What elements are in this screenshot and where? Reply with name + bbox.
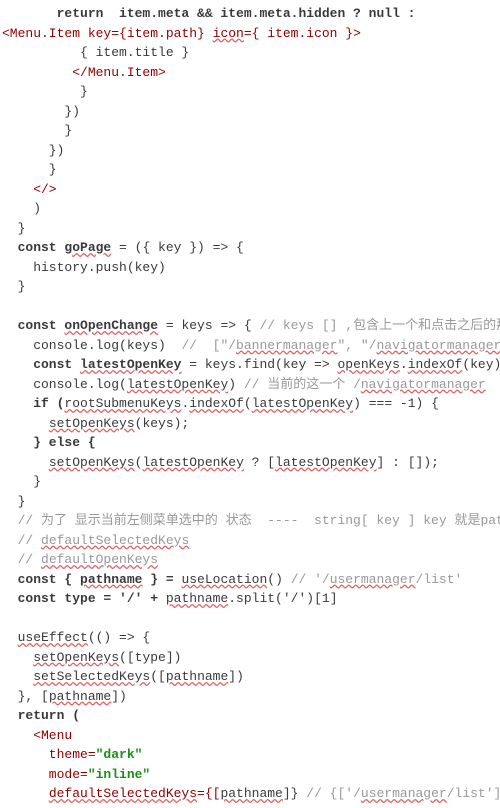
code-line: })	[2, 143, 64, 158]
code-line: )	[2, 201, 41, 216]
code-line: }	[2, 279, 25, 294]
code-line: console.log(keys) // ["/bannermanager", …	[2, 338, 500, 353]
code-line: history.push(key)	[2, 260, 166, 275]
code-line: }	[2, 84, 88, 99]
code-line: setOpenKeys(latestOpenKey ? [latestOpenK…	[2, 455, 439, 470]
code-line: defaultSelectedKeys={[pathname]} // {['/…	[2, 786, 500, 801]
code-line: }, [pathname])	[2, 689, 127, 704]
code-line: theme="dark"	[2, 747, 142, 762]
code-line: mode="inline"	[2, 767, 150, 782]
code-line: }	[2, 474, 41, 489]
code-line: const onOpenChange = keys => { // keys […	[2, 318, 500, 333]
code-line: const type = '/' + pathname.split('/')[1…	[2, 591, 338, 606]
code-editor-content: return item.meta && item.meta.hidden ? n…	[0, 0, 500, 808]
code-line: }	[2, 221, 25, 236]
code-line: const latestOpenKey = keys.find(key => o…	[2, 357, 500, 372]
code-line: <Menu.Item key={item.path} icon={ item.i…	[2, 26, 361, 41]
code-line: }	[2, 494, 25, 509]
code-line: })	[2, 104, 80, 119]
code-line: return (	[2, 708, 80, 723]
code-line: setSelectedKeys([pathname])	[2, 669, 244, 684]
code-line: </Menu.Item>	[2, 65, 166, 80]
code-line: const { pathname } = useLocation() // '/…	[2, 572, 462, 587]
code-line: setOpenKeys(keys);	[2, 416, 189, 431]
code-line: <Menu	[2, 728, 72, 743]
code-line: return item.meta && item.meta.hidden ? n…	[2, 6, 415, 21]
code-line: </>	[2, 182, 57, 197]
code-line: } else {	[2, 435, 96, 450]
code-line: // defaultOpenKeys	[2, 552, 158, 567]
code-line: if (rootSubmenuKeys.indexOf(latestOpenKe…	[2, 396, 439, 411]
code-line: }	[2, 162, 57, 177]
code-line: // 为了 显示当前左侧菜单选中的 状态 ---- string[ key ] …	[2, 513, 500, 528]
code-line: // defaultSelectedKeys	[2, 533, 189, 548]
code-line: setOpenKeys([type])	[2, 650, 181, 665]
code-line: useEffect(() => {	[2, 630, 150, 645]
code-line: console.log(latestOpenKey) // 当前的这一个 /na…	[2, 377, 486, 392]
code-line: }	[2, 123, 72, 138]
code-line: { item.title }	[2, 45, 189, 60]
code-line: const goPage = ({ key }) => {	[2, 240, 244, 255]
